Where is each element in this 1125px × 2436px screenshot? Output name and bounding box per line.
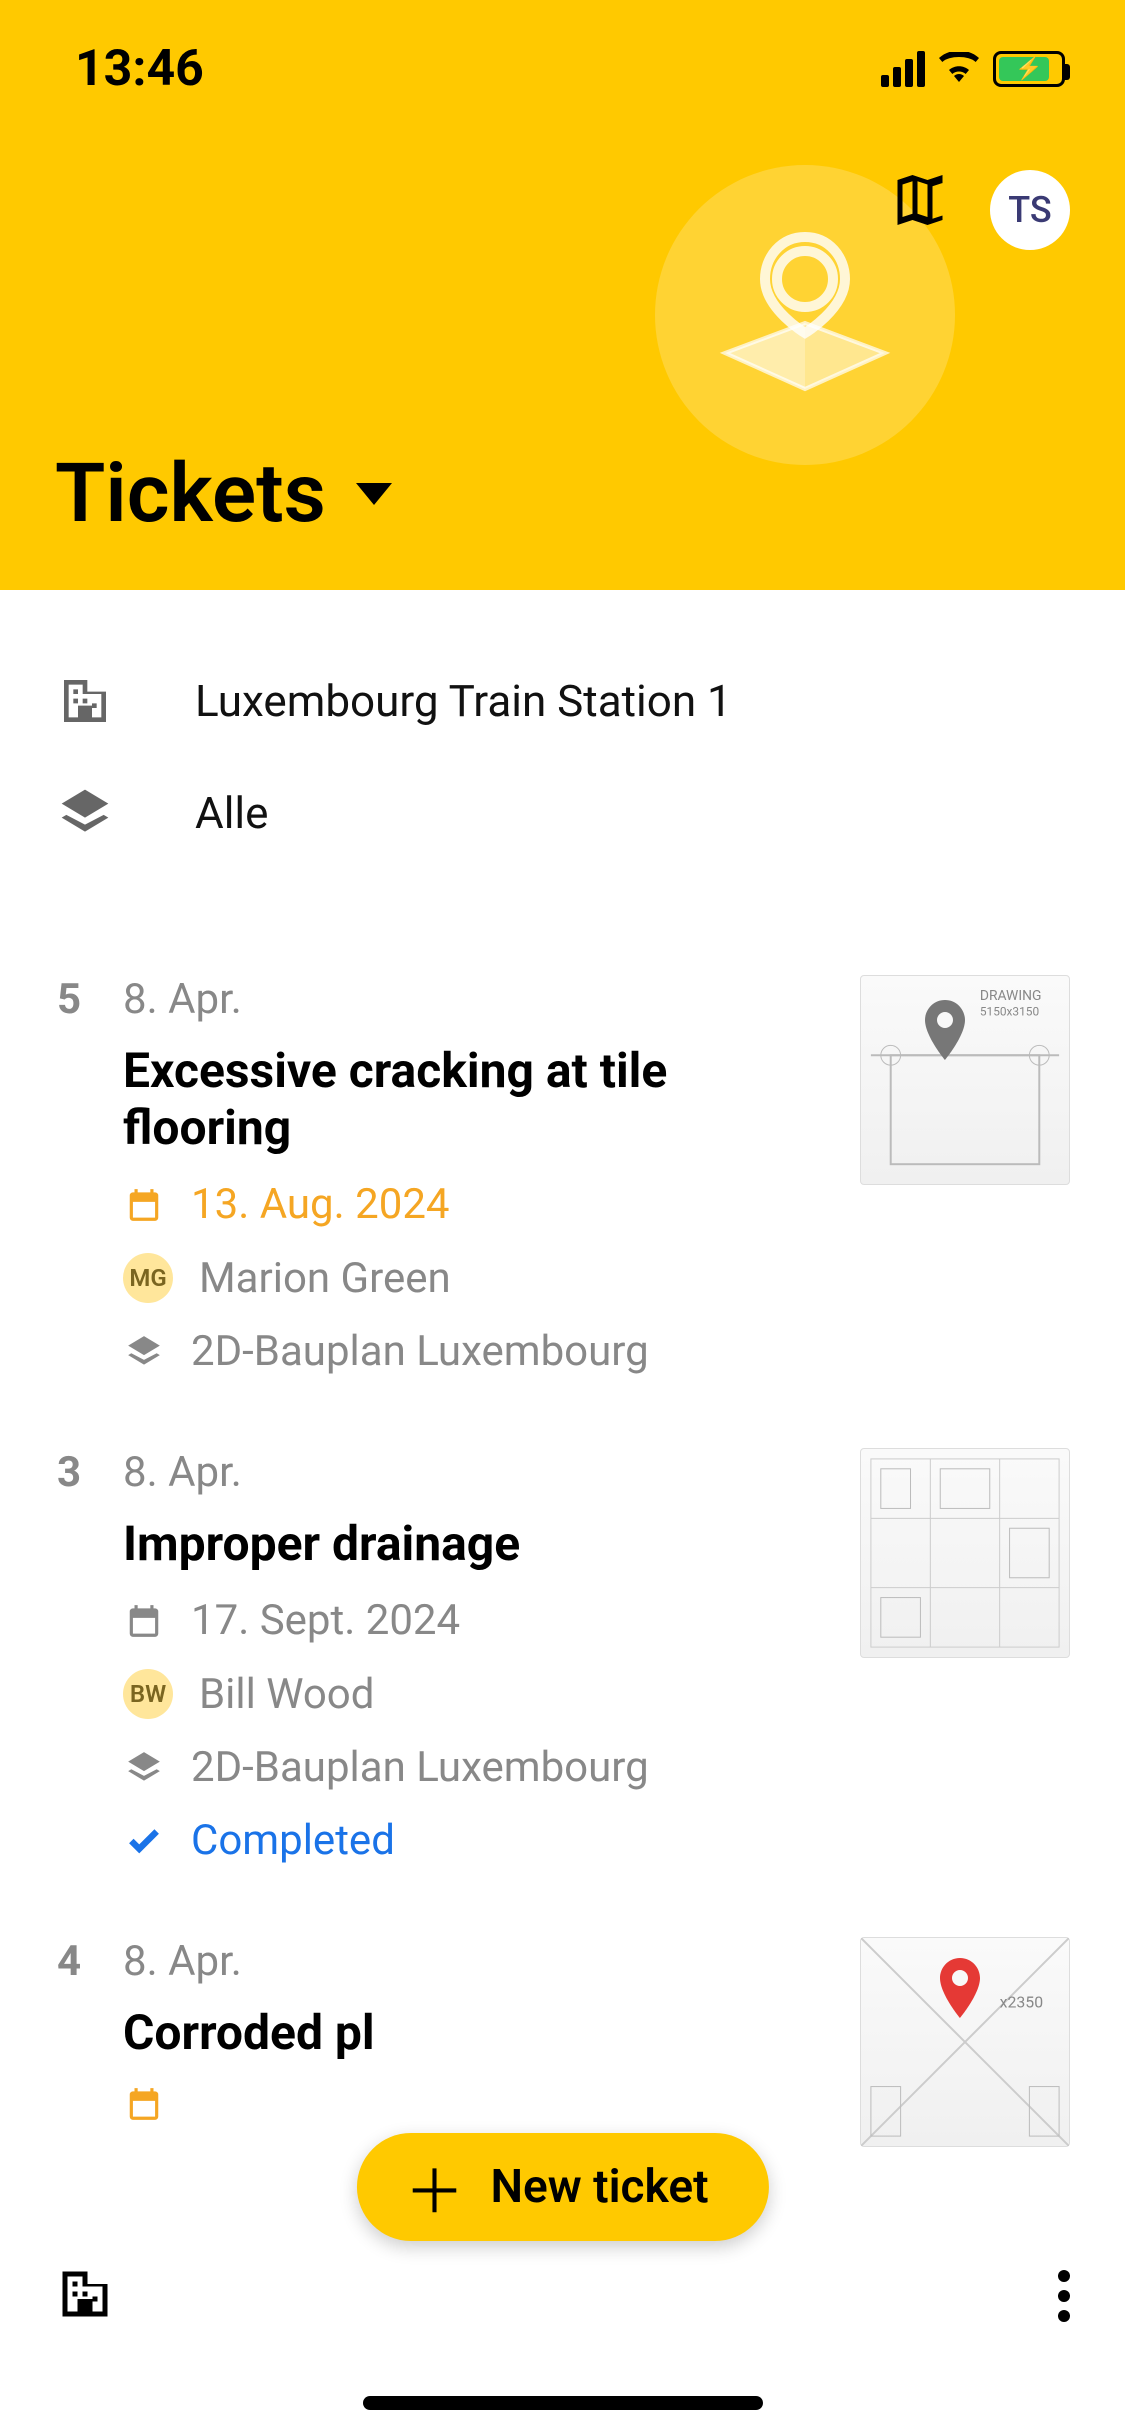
fab-label: New ticket — [490, 2160, 708, 2214]
status-icons: ⚡ — [881, 51, 1065, 87]
pin-icon — [936, 1958, 984, 2022]
avatar[interactable]: TS — [990, 170, 1070, 250]
assignee-badge: MG — [123, 1253, 173, 1303]
home-indicator[interactable] — [363, 2396, 763, 2410]
ticket-status: Completed — [191, 1816, 395, 1865]
calendar-icon — [123, 2085, 165, 2123]
ticket-thumbnail[interactable] — [860, 1448, 1070, 1658]
calendar-icon — [123, 1602, 165, 1640]
map-icon[interactable] — [890, 170, 950, 234]
ticket-item[interactable]: 5 8. Apr. Excessive cracking at tile flo… — [55, 939, 1070, 1412]
ticket-short-date: 8. Apr. — [123, 1448, 242, 1497]
project-filter[interactable]: Luxembourg Train Station 1 — [55, 645, 1070, 757]
plus-icon: ＋ — [404, 2144, 464, 2231]
assignee-name: Marion Green — [199, 1254, 451, 1303]
plan-name: 2D-Bauplan Luxembourg — [191, 1743, 649, 1792]
layers-icon — [55, 785, 115, 841]
ticket-thumbnail[interactable]: DRAWING5150x3150 — [860, 975, 1070, 1185]
new-ticket-button[interactable]: ＋ New ticket — [356, 2133, 768, 2241]
pin-icon — [921, 1000, 969, 1064]
ticket-short-date: 8. Apr. — [123, 975, 242, 1024]
status-bar: 13:46 ⚡ — [0, 0, 1125, 98]
svg-text:DRAWING: DRAWING — [980, 988, 1042, 1004]
svg-text:5150x3150: 5150x3150 — [980, 1005, 1039, 1019]
check-icon — [123, 1822, 165, 1860]
due-date: 13. Aug. 2024 — [191, 1180, 450, 1229]
ticket-title: Corroded pl — [123, 2004, 820, 2061]
layer-name: Alle — [195, 787, 268, 839]
ticket-title: Improper drainage — [123, 1515, 820, 1572]
chevron-down-icon — [356, 483, 392, 505]
due-date: 17. Sept. 2024 — [191, 1596, 460, 1645]
wifi-icon — [939, 52, 979, 86]
calendar-icon — [123, 1186, 165, 1224]
projects-nav-icon[interactable] — [55, 2264, 115, 2328]
battery-charging-icon: ⚡ — [993, 51, 1065, 87]
ticket-title: Excessive cracking at tile flooring — [123, 1042, 820, 1156]
building-icon — [55, 673, 115, 729]
header: 13:46 ⚡ — [0, 0, 1125, 590]
plan-name: 2D-Bauplan Luxembourg — [191, 1327, 649, 1376]
ticket-item[interactable]: 3 8. Apr. Improper drainage 17. Sept. 20… — [55, 1412, 1070, 1901]
ticket-thumbnail[interactable]: x2350 — [860, 1937, 1070, 2147]
ticket-short-date: 8. Apr. — [123, 1937, 242, 1986]
page-title-dropdown[interactable]: Tickets — [55, 446, 392, 542]
ticket-number: 5 — [55, 975, 83, 1376]
layers-icon — [123, 1749, 165, 1787]
project-name: Luxembourg Train Station 1 — [195, 675, 732, 727]
bottom-bar — [0, 2246, 1125, 2346]
assignee-name: Bill Wood — [199, 1670, 374, 1719]
layer-filter[interactable]: Alle — [55, 757, 1070, 869]
cellular-signal-icon — [881, 51, 925, 87]
filters: Luxembourg Train Station 1 Alle — [0, 590, 1125, 899]
more-icon[interactable] — [1058, 2270, 1070, 2322]
assignee-badge: BW — [123, 1669, 173, 1719]
ticket-list: 5 8. Apr. Excessive cracking at tile flo… — [0, 899, 1125, 2223]
ticket-number: 3 — [55, 1448, 83, 1865]
ticket-number: 4 — [55, 1937, 83, 2147]
svg-text:x2350: x2350 — [1000, 1992, 1043, 2011]
layers-icon — [123, 1333, 165, 1371]
page-title: Tickets — [55, 446, 326, 542]
status-time: 13:46 — [75, 40, 204, 98]
